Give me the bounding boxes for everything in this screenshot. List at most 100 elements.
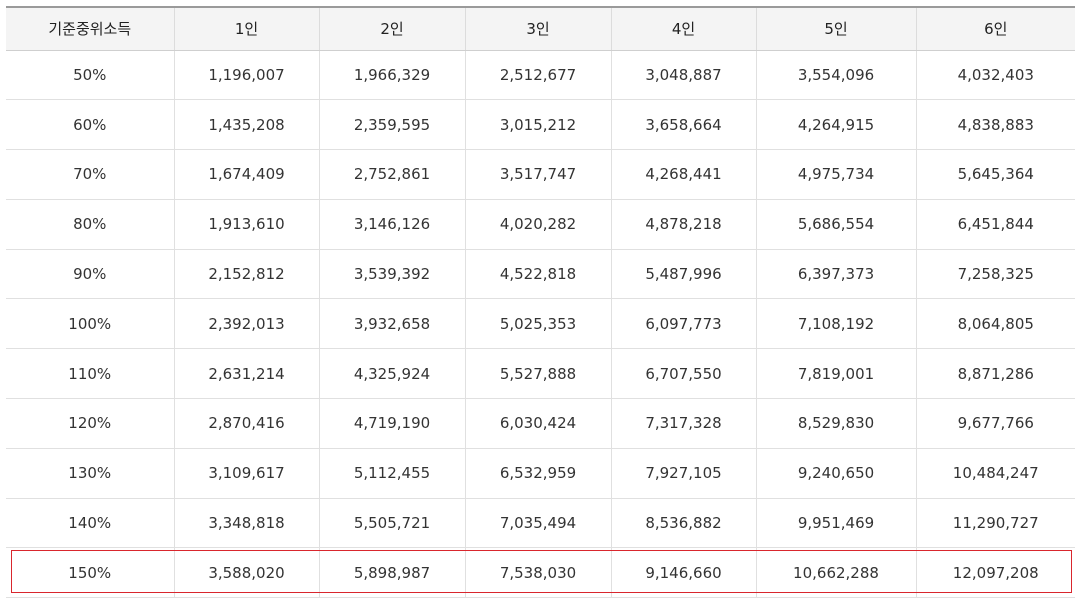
amount-cell: 3,588,020 <box>173 547 319 599</box>
amount-cell: 4,838,883 <box>915 99 1075 151</box>
amount-cell: 1,196,007 <box>173 50 319 101</box>
amount-cell: 5,025,353 <box>464 298 611 350</box>
amount-cell: 4,719,190 <box>318 398 465 449</box>
amount-cell: 5,505,721 <box>318 498 465 549</box>
amount-cell: 3,015,212 <box>464 99 611 151</box>
table-row: 70% 1,674,409 2,752,861 3,517,747 4,268,441 4… <box>6 149 1075 200</box>
amount-cell: 2,392,013 <box>173 298 319 350</box>
amount-cell: 2,631,214 <box>173 348 319 400</box>
amount-cell: 3,539,392 <box>318 249 465 300</box>
amount-cell: 12,097,208 <box>915 547 1075 599</box>
amount-cell: 6,451,844 <box>915 199 1075 250</box>
amount-cell: 4,878,218 <box>610 199 756 250</box>
amount-cell: 7,035,494 <box>464 498 611 549</box>
table-header: 기준중위소득 1인 2인 3인 4인 5인 6인 <box>6 6 1075 51</box>
amount-cell: 1,674,409 <box>173 149 319 200</box>
amount-cell: 6,707,550 <box>610 348 756 400</box>
amount-cell: 6,030,424 <box>464 398 611 449</box>
amount-cell: 6,532,959 <box>464 448 611 499</box>
amount-cell: 5,686,554 <box>755 199 916 250</box>
amount-cell: 2,870,416 <box>173 398 319 449</box>
amount-cell: 9,677,766 <box>915 398 1075 449</box>
header-6-person: 6인 <box>915 6 1075 51</box>
header-income-level: 기준중위소득 <box>6 6 174 51</box>
amount-cell: 10,484,247 <box>915 448 1075 499</box>
table-row: 110% 2,631,214 4,325,924 5,527,888 6,707,550… <box>6 348 1075 400</box>
amount-cell: 4,020,282 <box>464 199 611 250</box>
table-row: 120% 2,870,416 4,719,190 6,030,424 7,317,328… <box>6 398 1075 449</box>
amount-cell: 4,522,818 <box>464 249 611 300</box>
amount-cell: 4,268,441 <box>610 149 756 200</box>
amount-cell: 10,662,288 <box>755 547 916 599</box>
amount-cell: 7,927,105 <box>610 448 756 499</box>
amount-cell: 6,097,773 <box>610 298 756 350</box>
amount-cell: 3,109,617 <box>173 448 319 499</box>
amount-cell: 4,975,734 <box>755 149 916 200</box>
table-row: 140% 3,348,818 5,505,721 7,035,494 8,536,882… <box>6 498 1075 549</box>
table-row: 50% 1,196,007 1,966,329 2,512,677 3,048,887 3… <box>6 50 1075 101</box>
amount-cell: 6,397,373 <box>755 249 916 300</box>
amount-cell: 5,645,364 <box>915 149 1075 200</box>
amount-cell: 5,487,996 <box>610 249 756 300</box>
amount-cell: 9,240,650 <box>755 448 916 499</box>
row-income-level-cell: 150% <box>6 547 174 599</box>
amount-cell: 3,146,126 <box>318 199 465 250</box>
amount-cell: 2,512,677 <box>464 50 611 101</box>
header-row: 기준중위소득 1인 2인 3인 4인 5인 6인 <box>6 6 1075 51</box>
row-income-level-cell: 80% <box>6 199 174 250</box>
amount-cell: 3,348,818 <box>173 498 319 549</box>
amount-cell: 3,048,887 <box>610 50 756 101</box>
amount-cell: 2,152,812 <box>173 249 319 300</box>
amount-cell: 11,290,727 <box>915 498 1075 549</box>
amount-cell: 9,146,660 <box>610 547 756 599</box>
amount-cell: 3,658,664 <box>610 99 756 151</box>
row-income-level-cell: 90% <box>6 249 174 300</box>
amount-cell: 1,435,208 <box>173 99 319 151</box>
header-4-person: 4인 <box>610 6 756 51</box>
header-1-person: 1인 <box>173 6 319 51</box>
table-row: 150% 3,588,020 5,898,987 7,538,030 9,146,660… <box>6 547 1075 599</box>
amount-cell: 7,317,328 <box>610 398 756 449</box>
row-income-level-cell: 60% <box>6 99 174 151</box>
row-income-level-cell: 140% <box>6 498 174 549</box>
amount-cell: 2,359,595 <box>318 99 465 151</box>
row-income-level-cell: 70% <box>6 149 174 200</box>
header-2-person: 2인 <box>318 6 465 51</box>
amount-cell: 3,932,658 <box>318 298 465 350</box>
amount-cell: 8,529,830 <box>755 398 916 449</box>
row-income-level-cell: 100% <box>6 298 174 350</box>
table-row: 100% 2,392,013 3,932,658 5,025,353 6,097,773… <box>6 298 1075 350</box>
amount-cell: 3,517,747 <box>464 149 611 200</box>
amount-cell: 3,554,096 <box>755 50 916 101</box>
amount-cell: 9,951,469 <box>755 498 916 549</box>
header-3-person: 3인 <box>464 6 611 51</box>
amount-cell: 1,913,610 <box>173 199 319 250</box>
amount-cell: 8,064,805 <box>915 298 1075 350</box>
amount-cell: 4,325,924 <box>318 348 465 400</box>
amount-cell: 7,819,001 <box>755 348 916 400</box>
table-row: 60% 1,435,208 2,359,595 3,015,212 3,658,664 4… <box>6 99 1075 151</box>
amount-cell: 5,112,455 <box>318 448 465 499</box>
amount-cell: 7,258,325 <box>915 249 1075 300</box>
header-5-person: 5인 <box>755 6 916 51</box>
amount-cell: 2,752,861 <box>318 149 465 200</box>
table-body: 50% 1,196,007 1,966,329 2,512,677 3,048,887 3… <box>6 50 1075 599</box>
amount-cell: 1,966,329 <box>318 50 465 101</box>
amount-cell: 4,264,915 <box>755 99 916 151</box>
amount-cell: 8,871,286 <box>915 348 1075 400</box>
amount-cell: 4,032,403 <box>915 50 1075 101</box>
row-income-level-cell: 120% <box>6 398 174 449</box>
row-income-level-cell: 110% <box>6 348 174 400</box>
amount-cell: 7,108,192 <box>755 298 916 350</box>
median-income-table: 기준중위소득 1인 2인 3인 4인 5인 6인 50% 1,196,007 1,9… <box>6 6 1075 599</box>
median-income-table-container: 기준중위소득 1인 2인 3인 4인 5인 6인 50% 1,196,007 1,9… <box>6 6 1075 599</box>
table-row: 80% 1,913,610 3,146,126 4,020,282 4,878,218 5… <box>6 199 1075 250</box>
row-income-level-cell: 50% <box>6 50 174 101</box>
amount-cell: 7,538,030 <box>464 547 611 599</box>
row-income-level-cell: 130% <box>6 448 174 499</box>
table-row: 130% 3,109,617 5,112,455 6,532,959 7,927,105… <box>6 448 1075 499</box>
amount-cell: 5,527,888 <box>464 348 611 400</box>
amount-cell: 5,898,987 <box>318 547 465 599</box>
amount-cell: 8,536,882 <box>610 498 756 549</box>
table-row: 90% 2,152,812 3,539,392 4,522,818 5,487,996 6… <box>6 249 1075 300</box>
